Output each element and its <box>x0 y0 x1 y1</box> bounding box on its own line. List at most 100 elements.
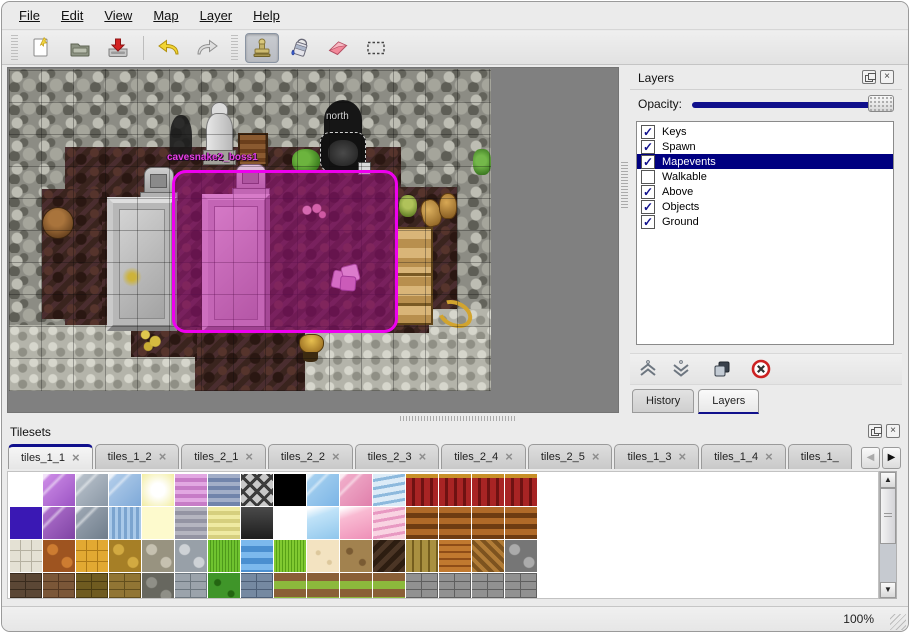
palette-tile[interactable] <box>373 474 405 506</box>
toolbar-grip[interactable] <box>11 35 18 61</box>
palette-tile[interactable] <box>43 573 75 599</box>
palette-tile[interactable] <box>109 507 141 539</box>
palette-tile[interactable] <box>208 573 240 599</box>
palette-tile[interactable] <box>109 474 141 506</box>
palette-tile[interactable] <box>208 474 240 506</box>
palette-tile[interactable] <box>472 540 504 572</box>
palette-tile[interactable] <box>505 474 537 506</box>
menu-edit[interactable]: Edit <box>58 6 86 25</box>
map-view[interactable]: cavesnake2_boss1 north <box>9 69 491 391</box>
plant[interactable] <box>399 195 417 217</box>
close-panel-button[interactable]: × <box>886 424 900 438</box>
float-panel-button[interactable] <box>862 70 876 84</box>
lower-layer-button[interactable] <box>669 357 693 381</box>
menu-help[interactable]: Help <box>250 6 283 25</box>
horizontal-splitter[interactable] <box>2 413 908 421</box>
palette-tile[interactable] <box>43 540 75 572</box>
palette-tile[interactable] <box>43 474 75 506</box>
palette-scrollbar[interactable]: ▲ ▼ <box>879 471 897 599</box>
open-button[interactable] <box>63 33 97 63</box>
scroll-down-button[interactable]: ▼ <box>880 582 896 598</box>
yellow-plant[interactable] <box>122 267 142 287</box>
layer-row-objects[interactable]: ✓Objects <box>637 199 893 214</box>
fill-tool-button[interactable] <box>283 33 317 63</box>
gold-pile[interactable] <box>137 327 165 353</box>
undo-button[interactable] <box>152 33 186 63</box>
palette-tile[interactable] <box>274 507 306 539</box>
map-selection-region[interactable] <box>172 170 398 333</box>
palette-tile[interactable] <box>472 507 504 539</box>
palette-tile[interactable] <box>10 507 42 539</box>
palette-tile[interactable] <box>472 474 504 506</box>
palette-tile[interactable] <box>373 507 405 539</box>
eraser-tool-button[interactable] <box>321 33 355 63</box>
layer-checkbox[interactable]: ✓ <box>641 155 655 169</box>
duplicate-layer-button[interactable] <box>710 357 734 381</box>
layer-row-ground[interactable]: ✓Ground <box>637 214 893 229</box>
layer-checkbox[interactable]: ✓ <box>641 215 655 229</box>
layer-checkbox[interactable]: ✓ <box>641 200 655 214</box>
raise-layer-button[interactable] <box>636 357 660 381</box>
palette-tile[interactable] <box>340 474 372 506</box>
tab-close-icon[interactable]: × <box>419 452 427 462</box>
palette-tile[interactable] <box>76 474 108 506</box>
opacity-slider-handle[interactable] <box>868 95 894 112</box>
tileset-tab-tiles_2_5[interactable]: tiles_2_5× <box>528 444 613 469</box>
layer-checkbox[interactable]: ✓ <box>641 185 655 199</box>
palette-tile[interactable] <box>175 474 207 506</box>
palette-tile[interactable] <box>340 540 372 572</box>
palette-tile[interactable] <box>142 573 174 599</box>
palette-tile[interactable] <box>439 474 471 506</box>
palette-tile[interactable] <box>175 507 207 539</box>
brazier[interactable] <box>297 332 324 364</box>
tab-close-icon[interactable]: × <box>245 452 253 462</box>
palette-tile[interactable] <box>505 507 537 539</box>
palette-tile[interactable] <box>439 573 471 599</box>
map-canvas[interactable]: cavesnake2_boss1 north <box>7 67 619 413</box>
layer-row-above[interactable]: ✓Above <box>637 184 893 199</box>
menu-layer[interactable]: Layer <box>197 6 236 25</box>
layer-row-spawn[interactable]: ✓Spawn <box>637 139 893 154</box>
tab-close-icon[interactable]: × <box>72 453 80 463</box>
palette-tile[interactable] <box>340 573 372 599</box>
panel-tab-history[interactable]: History <box>632 389 694 413</box>
tileset-tab-tiles_2_4[interactable]: tiles_2_4× <box>441 444 526 469</box>
palette-tile[interactable] <box>43 507 75 539</box>
palette-tile[interactable] <box>274 474 306 506</box>
close-panel-button[interactable]: × <box>880 70 894 84</box>
palette-tile[interactable] <box>10 573 42 599</box>
palette-tile[interactable] <box>406 474 438 506</box>
layer-checkbox[interactable]: ✓ <box>641 125 655 139</box>
redo-button[interactable] <box>190 33 224 63</box>
palette-tile[interactable] <box>406 540 438 572</box>
tileset-tab-tiles_2_3[interactable]: tiles_2_3× <box>355 444 440 469</box>
vertical-splitter[interactable] <box>620 67 630 413</box>
palette-tile[interactable] <box>142 540 174 572</box>
stamp-tool-button[interactable] <box>245 33 279 63</box>
resize-grip[interactable] <box>890 614 906 630</box>
palette-tile[interactable] <box>307 540 339 572</box>
tileset-tab-tiles_1_1[interactable]: tiles_1_1× <box>8 444 93 469</box>
tile-palette[interactable] <box>7 471 879 599</box>
tab-close-icon[interactable]: × <box>592 452 600 462</box>
palette-tile[interactable] <box>373 540 405 572</box>
palette-tile[interactable] <box>505 573 537 599</box>
tab-close-icon[interactable]: × <box>765 452 773 462</box>
bush[interactable] <box>473 149 491 175</box>
menu-file[interactable]: File <box>16 6 43 25</box>
palette-tile[interactable] <box>505 540 537 572</box>
palette-tile[interactable] <box>76 540 108 572</box>
palette-tile[interactable] <box>406 507 438 539</box>
palette-tile[interactable] <box>208 507 240 539</box>
float-panel-button[interactable] <box>868 424 882 438</box>
palette-tile[interactable] <box>175 540 207 572</box>
scroll-up-button[interactable]: ▲ <box>880 472 896 488</box>
new-file-button[interactable] <box>25 33 59 63</box>
layer-row-keys[interactable]: ✓Keys <box>637 124 893 139</box>
palette-tile[interactable] <box>109 573 141 599</box>
palette-tile[interactable] <box>439 540 471 572</box>
palette-tile[interactable] <box>76 507 108 539</box>
tileset-tab-tiles_1_[interactable]: tiles_1_ <box>788 444 852 469</box>
palette-tile[interactable] <box>274 540 306 572</box>
gold-horn[interactable] <box>437 297 467 325</box>
